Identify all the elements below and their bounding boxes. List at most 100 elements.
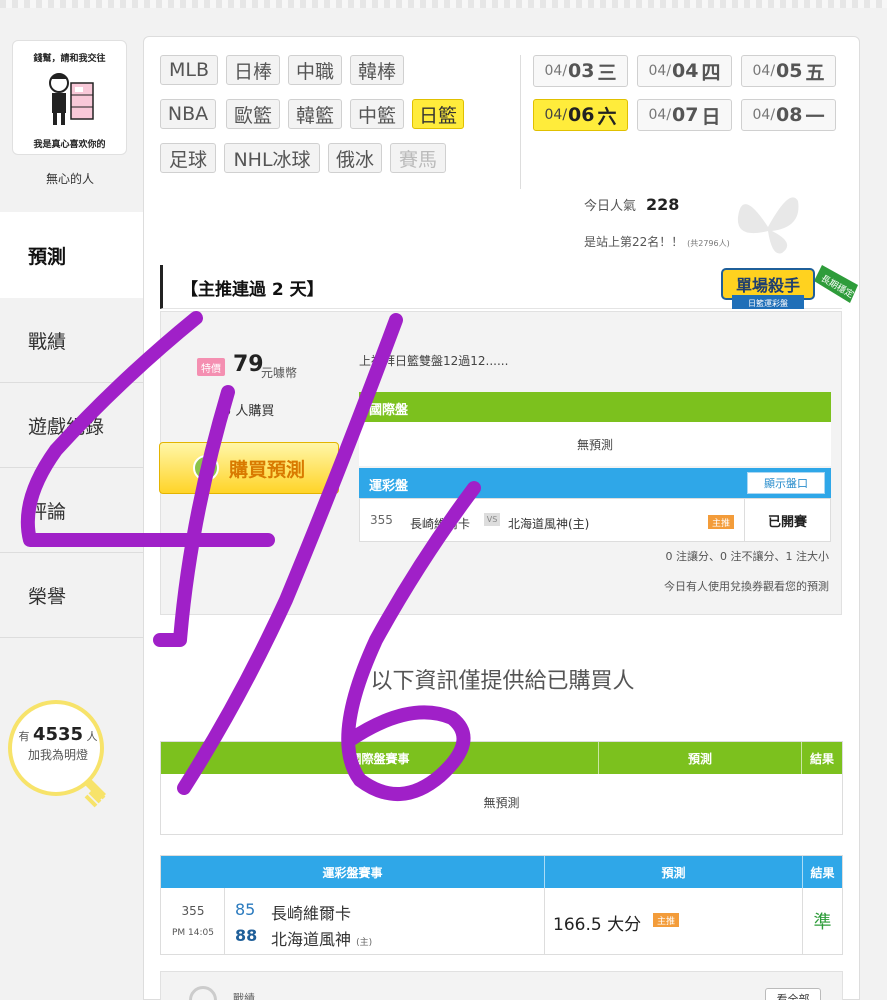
away-team: 長崎維爾卡 <box>271 904 352 923</box>
home-team: 北海道風神 <box>271 930 352 949</box>
date-0406[interactable]: 04/06 六 <box>533 99 628 131</box>
date-0403[interactable]: 04/03 三 <box>533 55 628 87</box>
game-number: 355 <box>370 513 393 527</box>
avatar-caption-bottom: 我是真心喜欢你的 <box>33 140 106 150</box>
intl-header: 國際盤 <box>359 392 831 422</box>
buyer-count: 5 人購買 <box>223 404 275 419</box>
buy-prediction-button[interactable]: 噱 購買預測 <box>159 442 339 494</box>
date-weekday: 一 <box>805 105 825 128</box>
avatar-caption-top: 錢幫，請和我交往 <box>33 54 106 64</box>
date-weekday: 日 <box>701 105 721 128</box>
sport-jp-basketball[interactable]: 日籃 <box>412 99 464 129</box>
butterfly-icon <box>737 197 799 254</box>
beacon-count-line: 有 4535 人 <box>8 724 108 745</box>
away-score: 85 <box>235 900 256 919</box>
sale-tag: 特價 <box>197 358 225 376</box>
col-result: 結果 <box>809 751 834 766</box>
sport-ru-hockey[interactable]: 俄冰 <box>328 143 382 173</box>
buyers-only-notice: 以下資訊僅提供給已購買人 <box>370 669 635 694</box>
lottery-table-header: 運彩盤賽事 預測 結果 <box>161 856 842 888</box>
result-cell: 準 <box>813 912 832 933</box>
away-team: 長崎維爾卡 <box>410 517 471 531</box>
home-score: 88 <box>235 926 258 945</box>
beacon-cta: 加我為明燈 <box>27 748 88 762</box>
date-weekday: 四 <box>701 61 721 84</box>
prediction-box: 特價 79 元噱幣 5 人購買 噱 購買預測 上禮拜日籃雙盤12過12.....… <box>159 311 842 615</box>
bet-counts: 0 注讓分、0 注不讓分、1 注大小 <box>665 550 830 563</box>
home-team-line: 北海道風神 (主) <box>271 926 372 950</box>
popularity: 今日人氣 228 <box>584 195 679 214</box>
game-number: 355 <box>181 904 205 918</box>
top-decoration <box>0 0 887 8</box>
sport-nhl[interactable]: NHL冰球 <box>224 143 320 173</box>
beacon-prefix: 有 <box>18 730 30 743</box>
sidebar-item-game-log[interactable]: 遊戲紀錄 <box>0 383 143 468</box>
rank-total: (共2796人) <box>687 239 730 248</box>
lottery-header: 運彩盤 顯示盤口 <box>359 468 831 498</box>
sidebar-item-honors[interactable]: 榮譽 <box>0 553 143 638</box>
price-unit: 元噱幣 <box>261 366 298 380</box>
lottery-table: 運彩盤賽事 預測 結果 355 PM 14:05 85 長崎維爾卡 88 北海道… <box>160 855 843 955</box>
sport-soccer[interactable]: 足球 <box>160 143 216 173</box>
sport-horse-racing[interactable]: 賽馬 <box>390 143 446 173</box>
prediction-cell: 166.5 大分 主推 <box>545 888 803 954</box>
intl-table-empty: 無預測 <box>483 796 520 810</box>
lottery-header-label: 運彩盤 <box>369 479 409 494</box>
prediction-value: 166.5 大分 <box>553 915 642 935</box>
date-day: 05 <box>776 60 803 82</box>
sport-jp-baseball[interactable]: 日棒 <box>226 55 280 85</box>
game-status: 已開賽 <box>744 499 830 541</box>
intl-table-header: 國際盤賽事 預測 結果 <box>161 742 842 774</box>
sidebar-item-predictions[interactable]: 預測 <box>0 212 143 298</box>
price: 79 <box>233 352 264 377</box>
badge-sub: 日籃運彩盤 <box>748 298 788 308</box>
sidebar: 錢幫，請和我交往 我是真心喜欢你的 無心的人 預測 戰績 遊戲紀錄 評論 榮譽 … <box>0 28 143 1000</box>
beacon-suffix: 人 <box>86 730 98 743</box>
date-day: 07 <box>672 104 699 126</box>
sidebar-item-comments[interactable]: 評論 <box>0 468 143 553</box>
sport-mlb[interactable]: MLB <box>160 55 218 85</box>
lottery-game-row: 355 長崎維爾卡 VS 北海道風神(主) 主推 已開賽 <box>359 498 831 542</box>
date-month: 04/ <box>544 63 568 79</box>
sport-cpbl[interactable]: 中職 <box>288 55 342 85</box>
sport-eu-basketball[interactable]: 歐籃 <box>226 99 280 129</box>
date-month: 04/ <box>648 63 672 79</box>
col-prediction: 預測 <box>599 742 802 774</box>
col-intl-game: 國際盤賽事 <box>161 742 599 774</box>
sidebar-nav: 預測 戰績 遊戲紀錄 評論 榮譽 <box>0 212 143 638</box>
username[interactable]: 無心的人 <box>0 170 140 187</box>
buy-button-label: 購買預測 <box>228 458 305 481</box>
view-all-button[interactable]: 看全部 <box>765 988 821 1000</box>
date-0404[interactable]: 04/04 四 <box>637 55 732 87</box>
main-pick-tag: 主推 <box>708 515 734 529</box>
game-cell: 355 PM 14:05 <box>161 888 225 954</box>
beacon-count: 4535 <box>32 724 84 745</box>
sidebar-item-record[interactable]: 戰績 <box>0 298 143 383</box>
col-result: 結果 <box>810 865 835 880</box>
rank: 是站上第22名！！ (共2796人) <box>584 233 730 250</box>
record-icon <box>189 986 217 1000</box>
main-panel: MLB 日棒 中職 韓棒 NBA 歐籃 韓籃 中籃 日籃 足球 NHL冰球 俄冰… <box>143 36 860 1000</box>
sport-kr-basketball[interactable]: 韓籃 <box>288 99 342 129</box>
beacon-button[interactable]: 有 4535 人 加我為明燈 <box>8 700 108 808</box>
date-month: 04/ <box>752 107 776 123</box>
avatar-illustration <box>49 73 94 125</box>
show-odds-button[interactable]: 顯示盤口 <box>747 472 825 494</box>
date-month: 04/ <box>544 107 568 123</box>
date-0405[interactable]: 04/05 五 <box>741 55 836 87</box>
main-pick-tag: 主推 <box>653 913 679 927</box>
table-row: 355 PM 14:05 85 長崎維爾卡 88 北海道風神 (主) 166.5… <box>161 888 842 954</box>
intl-table: 國際盤賽事 預測 結果 無預測 <box>160 741 843 835</box>
sport-kr-baseball[interactable]: 韓棒 <box>350 55 404 85</box>
home-team: 北海道風神(主) <box>508 517 590 531</box>
sport-cn-basketball[interactable]: 中籃 <box>350 99 404 129</box>
sport-nba[interactable]: NBA <box>160 99 216 129</box>
date-month: 04/ <box>752 63 776 79</box>
date-day: 04 <box>672 60 699 82</box>
rank-text: 是站上第22名！！ <box>584 235 684 249</box>
divider <box>520 55 521 189</box>
avatar[interactable]: 錢幫，請和我交往 我是真心喜欢你的 <box>12 40 127 155</box>
intl-empty: 無預測 <box>359 422 831 466</box>
date-0407[interactable]: 04/07 日 <box>637 99 732 131</box>
date-0408[interactable]: 04/08 一 <box>741 99 836 131</box>
